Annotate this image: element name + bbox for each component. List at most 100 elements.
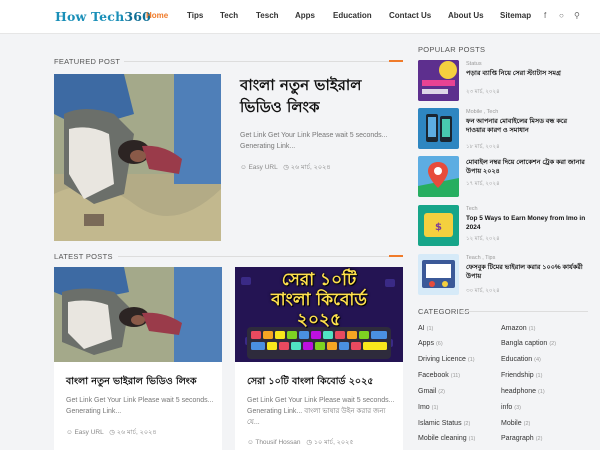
- latest-post-excerpt: Get Link Get Your Link Please wait 5 sec…: [66, 397, 214, 415]
- category-link[interactable]: Mobile cleaning (1): [418, 435, 475, 442]
- popular-post-category[interactable]: Status: [466, 61, 482, 67]
- popular-post-thumbnail[interactable]: $: [418, 205, 459, 246]
- popular-post-thumbnail[interactable]: [418, 156, 459, 197]
- category-name[interactable]: Mobile: [501, 420, 522, 427]
- popular-post-item[interactable]: মোবাইল নম্বর দিয়ে লোকেশন ট্রেক করা জানা…: [418, 156, 588, 200]
- latest-post-meta: ☺ Easy URL ◷ ২৬ মার্চ, ২০২৪: [66, 427, 157, 438]
- popular-post-item[interactable]: Status পড়ার ব্যাপ্তি নিয়ে সেরা স্ট্যাট…: [418, 60, 588, 104]
- clock-icon: ◷: [306, 439, 312, 446]
- featured-post-card[interactable]: বাংলা নতুন ভাইরাল ভিডিও লিংক Get Link Ge…: [54, 72, 404, 242]
- category-link[interactable]: Gmail (2): [418, 388, 445, 395]
- nav-education[interactable]: Education: [333, 11, 372, 20]
- latest-post-title[interactable]: বাংলা নতুন ভাইরাল ভিডিও লিংক: [66, 375, 216, 390]
- category-name[interactable]: Friendship: [501, 372, 534, 379]
- category-name[interactable]: Driving Licence: [418, 356, 466, 363]
- featured-post-title[interactable]: বাংলা নতুন ভাইরাল ভিডিও লিংক: [240, 74, 400, 118]
- latest-post-date: ১০ মার্চ, ২০২৫: [313, 439, 354, 446]
- latest-post-title[interactable]: সেরা ১০টি বাংলা কিবোর্ড ২০২৫: [247, 375, 397, 390]
- category-count: (1): [468, 436, 476, 442]
- category-name[interactable]: Paragraph: [501, 435, 534, 442]
- category-count: (1): [431, 405, 439, 411]
- featured-post-date: ২৬ মার্চ, ২০২৪: [290, 164, 331, 171]
- category-name[interactable]: Apps: [418, 340, 434, 347]
- category-name[interactable]: AI: [418, 325, 425, 332]
- popular-post-item[interactable]: Teach , Tips ফেসবুক টিমের ভাইরাল করার ১০…: [418, 254, 588, 298]
- category-link[interactable]: Apps (6): [418, 340, 443, 347]
- popular-post-thumbnail[interactable]: [418, 254, 459, 295]
- popular-post-category[interactable]: Teach , Tips: [466, 255, 495, 261]
- thumbnail-heading: সেরা ১০টি বাংলা কিবোর্ড ২০২৫: [235, 270, 403, 330]
- category-link[interactable]: Mobile (2): [501, 420, 530, 427]
- category-link[interactable]: Islamic Status (2): [418, 420, 470, 427]
- top-navigation-bar: How Tech360 Home Tips Tech Tesch Apps Ed…: [0, 0, 600, 34]
- category-name[interactable]: Amazon: [501, 325, 527, 332]
- category-link[interactable]: Imo (1): [418, 404, 438, 411]
- nav-tesch[interactable]: Tesch: [256, 11, 279, 20]
- category-name[interactable]: Gmail: [418, 388, 436, 395]
- popular-post-title[interactable]: মোবাইল নম্বর দিয়ে লোকেশন ট্রেক করা জানা…: [466, 158, 588, 176]
- category-link[interactable]: Paragraph (2): [501, 435, 542, 442]
- popular-post-item[interactable]: $ Tech Top 5 Ways to Earn Money from Imo…: [418, 205, 588, 249]
- category-link[interactable]: Bangla caption (2): [501, 340, 556, 347]
- popular-post-title[interactable]: ফেসবুক টিমের ভাইরাল করার ১০০% কার্যকরী উ…: [466, 263, 588, 281]
- category-link[interactable]: headphone (1): [501, 388, 545, 395]
- logo-text: How Tech: [55, 9, 125, 24]
- nav-about-us[interactable]: About Us: [448, 11, 484, 20]
- divider: [460, 311, 588, 312]
- search-icon[interactable]: ⚲: [574, 11, 580, 20]
- popular-post-date: ২৩ মার্চ, ২০২৪: [466, 89, 500, 95]
- category-name[interactable]: Education: [501, 356, 532, 363]
- clock-icon: ◷: [283, 164, 289, 171]
- category-count: (3): [514, 405, 522, 411]
- category-link[interactable]: Friendship (1): [501, 372, 542, 379]
- nav-home[interactable]: Home: [146, 11, 168, 20]
- category-name[interactable]: Islamic Status: [418, 420, 462, 427]
- category-name[interactable]: Bangla caption: [501, 340, 547, 347]
- category-count: (4): [534, 357, 541, 363]
- nav-sitemap[interactable]: Sitemap: [500, 11, 531, 20]
- site-logo[interactable]: How Tech360: [55, 9, 151, 24]
- category-name[interactable]: headphone: [501, 388, 536, 395]
- popular-post-category[interactable]: Mobile , Tech: [466, 109, 498, 115]
- svg-text:$: $: [435, 222, 442, 233]
- nav-contact-us[interactable]: Contact Us: [389, 11, 431, 20]
- featured-post-excerpt: Get Link Get Your Link Please wait 5 sec…: [240, 132, 388, 150]
- featured-post-meta: ☺ Easy URL ◷ ২৬ মার্চ, ২০২৪: [240, 162, 331, 173]
- category-link[interactable]: Education (4): [501, 356, 541, 363]
- nav-apps[interactable]: Apps: [295, 11, 315, 20]
- popular-post-thumbnail[interactable]: [418, 108, 459, 149]
- popular-post-thumbnail[interactable]: [418, 60, 459, 101]
- nav-tech[interactable]: Tech: [220, 11, 238, 20]
- category-link[interactable]: info (3): [501, 404, 521, 411]
- category-name[interactable]: Facebook: [418, 372, 449, 379]
- popular-post-title[interactable]: Top 5 Ways to Earn Money from Imo in 202…: [466, 214, 588, 232]
- popular-post-title[interactable]: পড়ার ব্যাপ্তি নিয়ে সেরা স্ট্যাটাস সমগ্…: [466, 69, 588, 78]
- featured-post-thumbnail[interactable]: [54, 74, 221, 241]
- category-link[interactable]: Driving Licence (1): [418, 356, 475, 363]
- category-count: (1): [426, 326, 434, 332]
- facebook-icon[interactable]: f: [544, 11, 546, 20]
- nav-tips[interactable]: Tips: [187, 11, 203, 20]
- latest-post-card[interactable]: সেরা ১০টি বাংলা কিবোর্ড ২০২৫ সেরা ১০টি ব…: [235, 267, 403, 450]
- popular-post-category[interactable]: Tech: [466, 206, 478, 212]
- latest-post-author[interactable]: Easy URL: [74, 429, 103, 436]
- latest-post-card[interactable]: বাংলা নতুন ভাইরাল ভিডিও লিংক Get Link Ge…: [54, 267, 222, 450]
- latest-post-thumbnail[interactable]: সেরা ১০টি বাংলা কিবোর্ড ২০২৫: [235, 267, 403, 362]
- latest-post-excerpt: Get Link Get Your Link Please wait 5 sec…: [247, 397, 395, 426]
- category-count: (2): [549, 341, 557, 347]
- latest-post-thumbnail[interactable]: [54, 267, 222, 362]
- category-name[interactable]: Imo: [418, 404, 430, 411]
- user-icon: ☺: [247, 439, 254, 446]
- category-link[interactable]: Amazon (1): [501, 325, 535, 332]
- category-name[interactable]: Mobile cleaning: [418, 435, 467, 442]
- popular-post-item[interactable]: Mobile , Tech ফন আপনার মোবাইলের মিসড বন্…: [418, 108, 588, 152]
- thumbnail-text: ২০২৫: [296, 310, 342, 330]
- popular-post-date: ১২ মার্চ, ২০২৪: [466, 236, 500, 242]
- menu-icon[interactable]: ○: [559, 11, 564, 20]
- category-link[interactable]: Facebook (11): [418, 372, 460, 379]
- category-name[interactable]: info: [501, 404, 512, 411]
- latest-post-author[interactable]: Thousif Hossan: [255, 439, 300, 446]
- category-link[interactable]: AI (1): [418, 325, 433, 332]
- featured-post-author[interactable]: Easy URL: [248, 164, 277, 171]
- popular-post-title[interactable]: ফন আপনার মোবাইলের মিসড বন্ধ করে দাওয়ার …: [466, 117, 588, 135]
